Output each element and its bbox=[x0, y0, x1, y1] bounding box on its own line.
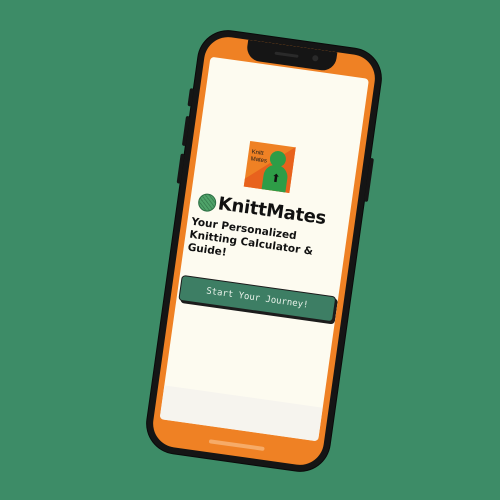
bottom-area bbox=[159, 385, 323, 442]
phone-frame: Knitt Mates ⬆ KnittMates Your Personaliz… bbox=[143, 27, 385, 475]
power-button bbox=[363, 157, 374, 202]
app-logo: Knitt Mates ⬆ bbox=[243, 141, 296, 193]
app-content: Knitt Mates ⬆ KnittMates Your Personaliz… bbox=[159, 56, 369, 442]
arrow-up-icon: ⬆ bbox=[270, 171, 282, 186]
home-indicator[interactable] bbox=[208, 439, 265, 451]
logo-text: Knitt Mates bbox=[250, 149, 268, 165]
volume-down-button bbox=[176, 153, 185, 184]
camera-icon bbox=[311, 54, 319, 62]
logo-text-line2: Mates bbox=[250, 156, 268, 165]
phone-screen: Knitt Mates ⬆ KnittMates Your Personaliz… bbox=[150, 34, 378, 468]
yarn-ball-icon bbox=[197, 191, 218, 213]
start-journey-button[interactable]: Start Your Journey! bbox=[178, 274, 337, 323]
volume-up-button bbox=[181, 115, 191, 147]
mute-switch bbox=[187, 88, 194, 107]
speaker-grille bbox=[274, 51, 299, 58]
background: Knitt Mates ⬆ KnittMates Your Personaliz… bbox=[0, 0, 500, 500]
